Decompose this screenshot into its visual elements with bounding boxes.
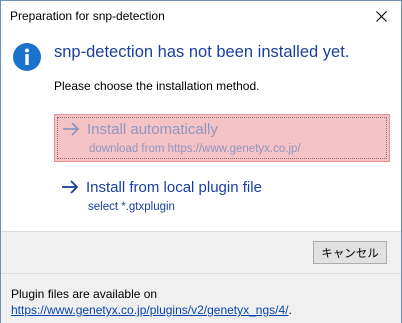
cancel-button[interactable]: キャンセル (313, 241, 387, 264)
main-heading: snp-detection has not been installed yet… (54, 43, 350, 61)
title-bar: Preparation for snp-detection (1, 1, 401, 31)
footer: Plugin files are available on https://ww… (1, 273, 401, 323)
plugins-link[interactable]: https://www.genetyx.co.jp/plugins/v2/gen… (11, 303, 289, 317)
option-label: Install automatically (87, 121, 218, 138)
footer-prefix: Plugin files are available on (11, 287, 158, 301)
info-icon (13, 43, 41, 71)
option-note: select *.gtxplugin (88, 201, 175, 213)
close-icon (375, 10, 387, 22)
install-local-file-option[interactable]: Install from local plugin file select *.… (54, 173, 390, 221)
window-title: Preparation for snp-detection (10, 9, 165, 23)
footer-suffix: . (288, 303, 292, 317)
option-note: download from https://www.genetyx.co.jp/ (89, 143, 301, 155)
arrow-right-icon (62, 180, 79, 194)
option-label: Install from local plugin file (86, 179, 262, 196)
instruction-text: Please choose the installation method. (54, 79, 260, 93)
footer-text: Plugin files are available on https://ww… (11, 286, 391, 318)
close-button[interactable] (361, 1, 401, 31)
install-automatically-option[interactable]: Install automatically download from http… (54, 114, 390, 162)
button-bar: キャンセル (1, 231, 401, 273)
dialog-window: Preparation for snp-detection snp-detect… (0, 0, 402, 323)
dialog-content: snp-detection has not been installed yet… (1, 31, 401, 231)
arrow-right-icon (63, 122, 80, 136)
